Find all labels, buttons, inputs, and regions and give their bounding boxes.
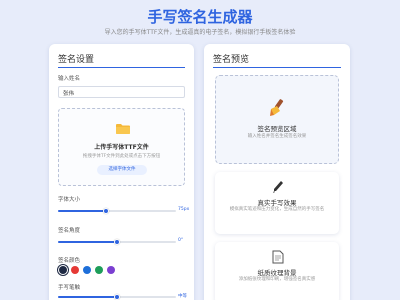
settings-panel-title: 签名设置 xyxy=(58,55,95,65)
upload-hint: 拖拽手体TF文件到此处或点击下方按钮 xyxy=(82,154,161,159)
stroke-value: 中等 xyxy=(178,294,187,299)
settings-divider xyxy=(58,67,185,68)
font-size-value: 75px xyxy=(178,207,190,212)
color-swatch[interactable] xyxy=(107,266,115,274)
preview-divider xyxy=(213,67,341,68)
signature-preview-area: 签名预览区域 输入姓名并签名生成签名效果 xyxy=(215,75,339,164)
font-size-slider[interactable] xyxy=(58,208,176,214)
name-input[interactable]: 张伟 xyxy=(58,86,185,98)
feature-title: 真实手写效果 xyxy=(257,199,297,207)
paper-icon xyxy=(272,250,284,264)
choose-font-button[interactable]: 选择字体文件 xyxy=(97,165,147,175)
preview-panel: 签名预览 签名预览区域 输入姓名并签名生成签名效果 真实手写效果 模拟真实笔迹和… xyxy=(204,44,350,300)
folder-icon xyxy=(116,124,130,134)
angle-label: 签名角度 xyxy=(58,228,81,234)
feature-desc: 模拟真实笔迹和压力变化，生成自然的手写签名 xyxy=(229,207,325,212)
preview-area-hint: 输入姓名并签名生成签名效果 xyxy=(247,134,307,139)
color-swatch[interactable] xyxy=(95,266,103,274)
feature-desc: 添加纸张纹理和印刷，增强签名真实感 xyxy=(238,277,316,282)
color-swatch[interactable] xyxy=(71,266,79,274)
feature-card-paper: 纸质纹理背景 添加纸张纹理和印刷，增强签名真实感 xyxy=(215,242,339,300)
angle-value: 0° xyxy=(178,238,184,243)
color-swatch[interactable] xyxy=(83,266,91,274)
stroke-label: 手写笔触 xyxy=(58,285,81,291)
pen-icon xyxy=(273,181,283,193)
feature-card-handwriting: 真实手写效果 模拟真实笔迹和压力变化，生成自然的手写签名 xyxy=(215,172,339,234)
color-swatch[interactable] xyxy=(59,266,67,274)
page-title: 手写签名生成器 xyxy=(147,8,253,26)
page-subtitle: 导入您的手写体TTF文件，生成逼真的电子签名，模拟银行手板签名体验 xyxy=(104,29,296,36)
feature-title: 纸质纹理背景 xyxy=(257,269,297,277)
stroke-slider[interactable] xyxy=(58,294,176,300)
font-size-label: 字体大小 xyxy=(58,197,81,203)
angle-slider[interactable] xyxy=(58,239,176,245)
font-upload-dropzone[interactable]: 上传手写体TTF文件 拖拽手体TF文件到此处或点击下方按钮 选择字体文件 xyxy=(58,108,185,186)
upload-title: 上传手写体TTF文件 xyxy=(94,144,149,151)
brush-icon xyxy=(270,99,284,116)
name-label: 输入姓名 xyxy=(58,76,81,82)
preview-panel-title: 签名预览 xyxy=(213,55,250,65)
color-label: 签名颜色 xyxy=(58,258,81,264)
preview-area-title: 签名预览区域 xyxy=(257,125,297,133)
